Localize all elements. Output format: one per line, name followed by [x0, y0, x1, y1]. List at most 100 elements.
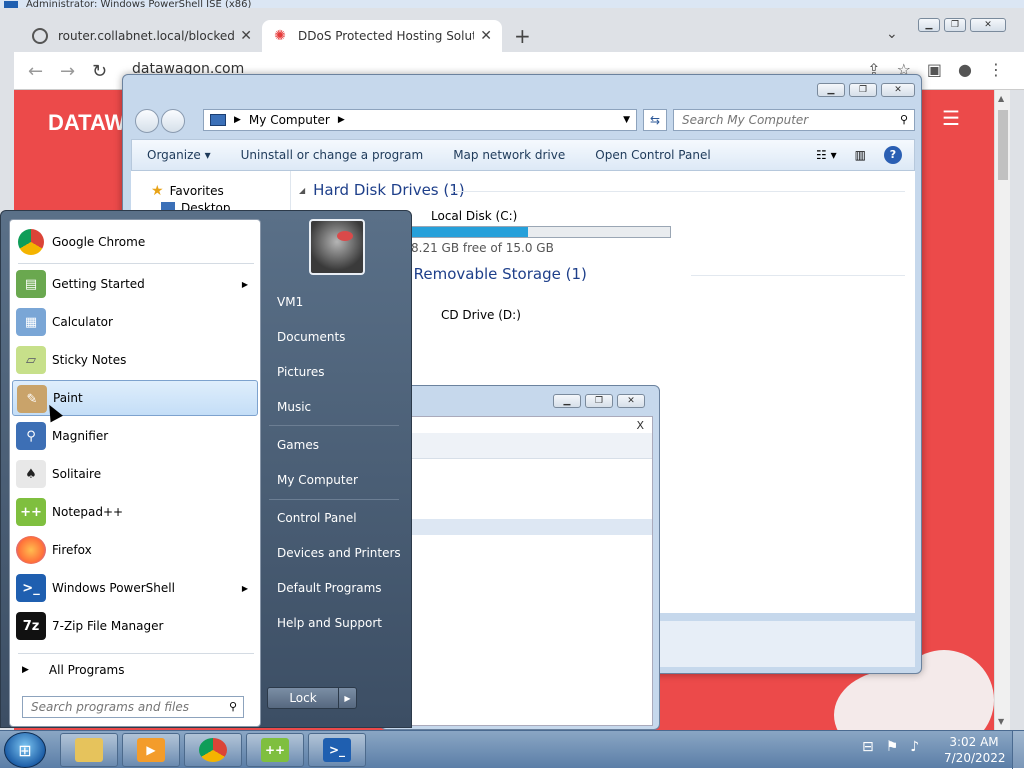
- taskbar-clock[interactable]: 3:02 AM 7/20/2022: [944, 734, 1006, 766]
- show-desktop-button[interactable]: [1012, 731, 1024, 769]
- minimize-button[interactable]: ▁: [918, 18, 940, 32]
- help-icon[interactable]: ?: [884, 146, 902, 164]
- taskbar-powershell[interactable]: >_: [308, 733, 366, 767]
- forward-button[interactable]: →: [60, 61, 75, 82]
- getting-started-icon: ▤: [16, 270, 46, 298]
- dialog-close-x[interactable]: X: [636, 419, 644, 432]
- dialog-selected-row[interactable]: [388, 519, 652, 535]
- start-link-music[interactable]: Music: [277, 400, 311, 414]
- chevron-right-icon[interactable]: ▶: [338, 115, 345, 125]
- forward-button[interactable]: [161, 109, 185, 133]
- view-controls: ☷ ▾ ▥ ?: [816, 146, 902, 164]
- taskbar-notepadpp[interactable]: ++: [246, 733, 304, 767]
- chevron-down-icon[interactable]: ▼: [623, 115, 630, 125]
- solitaire-icon: ♠: [16, 460, 46, 488]
- start-link-my-computer[interactable]: My Computer: [277, 473, 358, 487]
- all-programs-button[interactable]: ▶ All Programs: [18, 660, 254, 680]
- taskbar-media-player[interactable]: ▶: [122, 733, 180, 767]
- action-center-flag-icon[interactable]: ⚑: [886, 739, 899, 755]
- change-view-icon[interactable]: ☷ ▾: [816, 148, 837, 162]
- user-avatar[interactable]: [309, 219, 365, 275]
- drive-c-usage-fill: [412, 227, 529, 237]
- close-icon[interactable]: ✕: [480, 28, 492, 44]
- chevron-right-icon[interactable]: ▶: [234, 115, 241, 125]
- group-hard-disk-drives[interactable]: ◢ Hard Disk Drives (1): [299, 181, 465, 199]
- program-item-magnifier[interactable]: ⚲ Magnifier: [12, 418, 258, 454]
- volume-icon[interactable]: ♪: [910, 739, 919, 755]
- lock-button[interactable]: Lock ▶: [267, 687, 357, 709]
- program-item-sticky-notes[interactable]: ▱ Sticky Notes: [12, 342, 258, 378]
- taskbar-explorer[interactable]: [60, 733, 118, 767]
- start-link-help-and-support[interactable]: Help and Support: [277, 616, 382, 630]
- organize-button[interactable]: Organize ▾: [132, 148, 226, 162]
- triangle-right-icon: ▶: [22, 665, 29, 675]
- side-panel-icon[interactable]: ▣: [927, 60, 942, 79]
- program-item-7zip[interactable]: 7z 7-Zip File Manager: [12, 608, 258, 644]
- windows-logo-icon: ⊞: [18, 740, 32, 760]
- taskbar-chrome[interactable]: [184, 733, 242, 767]
- start-link-control-panel[interactable]: Control Panel: [277, 511, 357, 525]
- folder-icon: [75, 738, 103, 762]
- hamburger-menu-icon[interactable]: ☰: [942, 106, 960, 130]
- reload-button[interactable]: ↻: [92, 61, 107, 82]
- submenu-arrow-icon[interactable]: ▶: [242, 280, 248, 289]
- network-icon[interactable]: ⊟: [862, 739, 874, 755]
- program-item-solitaire[interactable]: ♠ Solitaire: [12, 456, 258, 492]
- shutdown-options-arrow-icon[interactable]: ▶: [338, 688, 356, 708]
- close-button[interactable]: ✕: [970, 18, 1006, 32]
- drive-d-name[interactable]: CD Drive (D:): [441, 308, 521, 322]
- start-link-default-programs[interactable]: Default Programs: [277, 581, 382, 595]
- program-item-getting-started[interactable]: ▤ Getting Started ▶: [12, 266, 258, 302]
- program-item-notepad-plus-plus[interactable]: ++ Notepad++: [12, 494, 258, 530]
- breadcrumb-my-computer[interactable]: My Computer: [249, 113, 330, 127]
- start-link-devices-and-printers[interactable]: Devices and Printers: [277, 546, 401, 560]
- page-scrollbar[interactable]: ▲ ▼: [994, 90, 1010, 730]
- maximize-button[interactable]: ❐: [944, 18, 966, 32]
- close-button[interactable]: ✕: [617, 394, 645, 408]
- search-icon[interactable]: ⚲: [900, 113, 908, 126]
- back-button[interactable]: ←: [28, 61, 43, 82]
- start-search-input[interactable]: [31, 700, 211, 714]
- maximize-button[interactable]: ❐: [585, 394, 613, 408]
- scroll-down-icon[interactable]: ▼: [998, 717, 1004, 726]
- new-tab-button[interactable]: +: [514, 24, 531, 48]
- minimize-button[interactable]: ▁: [817, 83, 845, 97]
- drive-c-name[interactable]: Local Disk (C:): [431, 209, 517, 223]
- close-button[interactable]: ✕: [881, 83, 915, 97]
- scroll-up-icon[interactable]: ▲: [998, 94, 1004, 103]
- collapse-triangle-icon[interactable]: ◢: [299, 186, 305, 195]
- chrome-tab-datawagon[interactable]: ✺ DDoS Protected Hosting Solution ✕: [262, 20, 502, 52]
- open-control-panel-button[interactable]: Open Control Panel: [580, 148, 725, 162]
- menu-icon[interactable]: ⋮: [988, 60, 1004, 79]
- address-bar[interactable]: ▶ My Computer ▶ ▼: [203, 109, 637, 131]
- close-icon[interactable]: ✕: [240, 28, 252, 44]
- search-icon[interactable]: ⚲: [229, 700, 237, 713]
- program-item-windows-powershell[interactable]: >_ Windows PowerShell ▶: [12, 570, 258, 606]
- submenu-arrow-icon[interactable]: ▶: [242, 584, 248, 593]
- start-button[interactable]: ⊞: [4, 732, 46, 768]
- start-link-documents[interactable]: Documents: [277, 330, 345, 344]
- program-item-firefox[interactable]: Firefox: [12, 532, 258, 568]
- search-input[interactable]: [682, 113, 882, 127]
- start-link-games[interactable]: Games: [277, 438, 319, 452]
- preview-pane-icon[interactable]: ▥: [855, 148, 866, 162]
- map-network-drive-button[interactable]: Map network drive: [438, 148, 580, 162]
- powershell-icon: >_: [323, 738, 351, 762]
- back-button[interactable]: [135, 109, 159, 133]
- start-link-pictures[interactable]: Pictures: [277, 365, 325, 379]
- scroll-thumb[interactable]: [998, 110, 1008, 180]
- program-item-google-chrome[interactable]: Google Chrome: [12, 224, 258, 260]
- uninstall-program-button[interactable]: Uninstall or change a program: [226, 148, 439, 162]
- chrome-tab-blocked[interactable]: router.collabnet.local/blocked.ph ✕: [22, 20, 262, 52]
- start-link-vm1[interactable]: VM1: [277, 295, 303, 309]
- site-brand[interactable]: DATAW: [48, 110, 125, 136]
- nav-favorites[interactable]: ★ Favorites: [151, 183, 224, 199]
- refresh-button[interactable]: ⇆: [643, 109, 667, 131]
- taskbar: ⊞ ▶ ++ >_ ⊟ ⚑ ♪ 3:02 AM 7/20/2022: [0, 730, 1024, 769]
- tab-search-button[interactable]: ⌄: [886, 26, 898, 42]
- profile-icon[interactable]: ●: [958, 60, 972, 79]
- maximize-button[interactable]: ❐: [849, 83, 877, 97]
- minimize-button[interactable]: ▁: [553, 394, 581, 408]
- program-item-calculator[interactable]: ▦ Calculator: [12, 304, 258, 340]
- dialog-toolbar: [388, 433, 652, 459]
